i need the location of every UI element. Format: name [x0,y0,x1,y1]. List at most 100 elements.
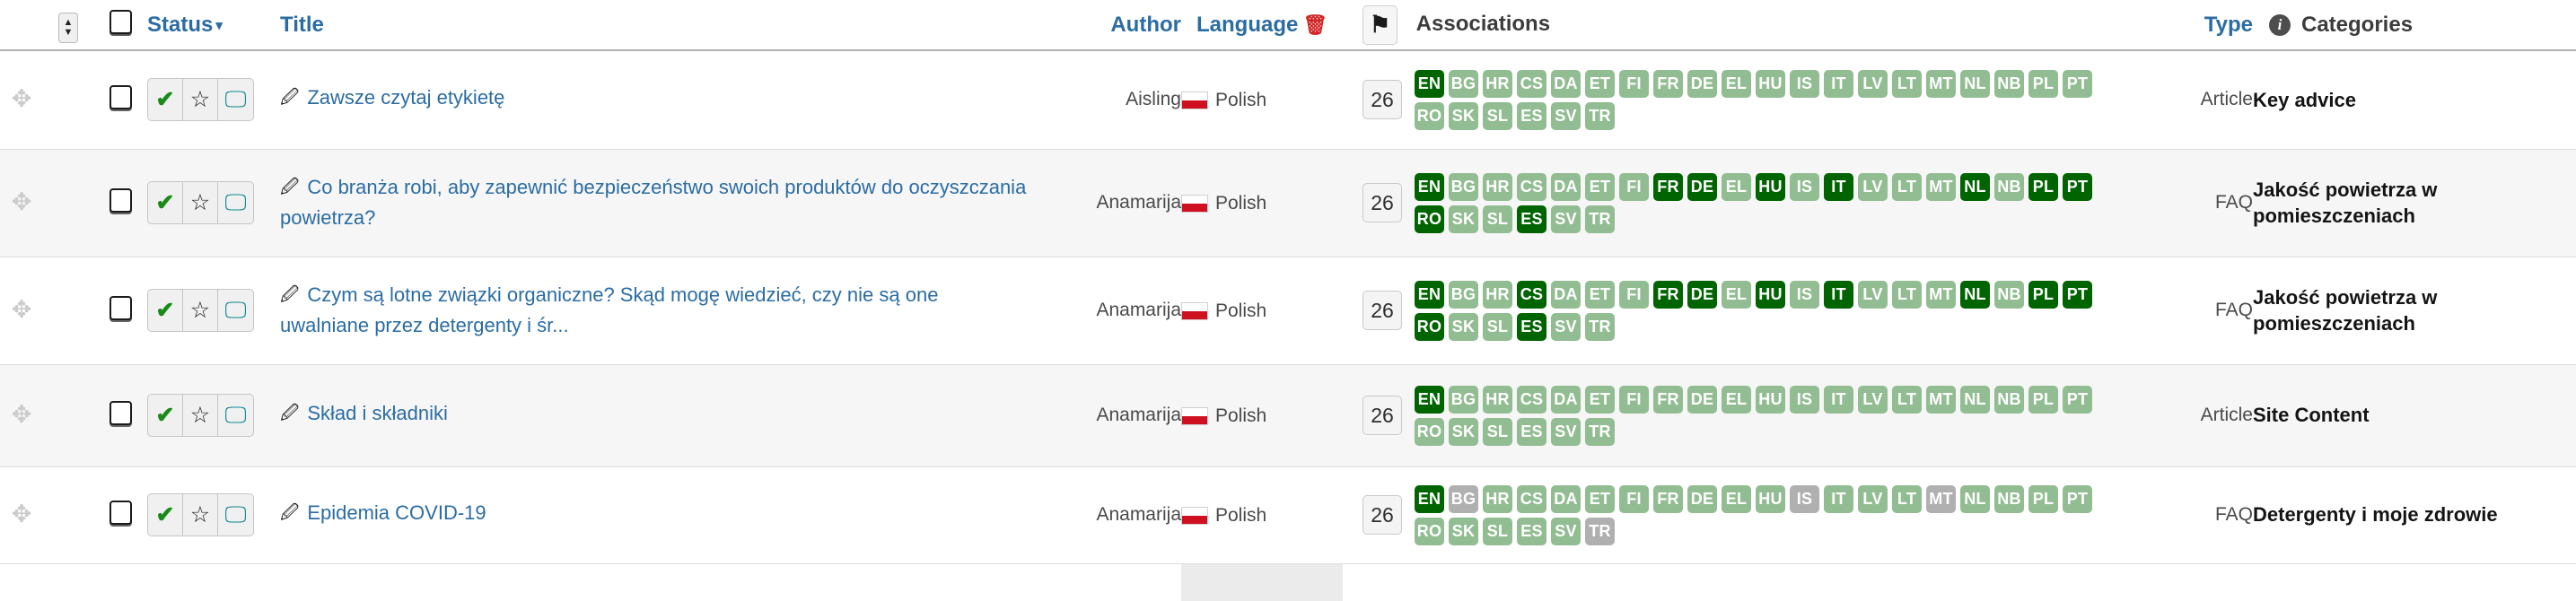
language-chip-el[interactable]: EL [1722,172,1751,201]
language-chip-hr[interactable]: HR [1483,280,1512,309]
language-chip-lt[interactable]: LT [1892,172,1922,201]
edit-icon[interactable]: 🖉 [280,285,299,305]
header-author[interactable]: Author [1030,0,1181,51]
title-link[interactable]: Czym są lotne związki organiczne? Skąd m… [280,283,938,336]
language-chip-el[interactable]: EL [1722,69,1751,98]
language-chip-et[interactable]: ET [1585,484,1615,513]
language-chip-el[interactable]: EL [1722,280,1751,309]
table-row[interactable]: ✥ ✔ ☆ 🖵 🖉 Co branża robi, aby zapewnić bezpie… [0,148,2576,257]
language-chip-tr[interactable]: TR [1585,205,1615,233]
header-title[interactable]: Title [280,0,1030,51]
status-button-group[interactable]: ✔ ☆ 🖵 [147,181,254,224]
language-chip-el[interactable]: EL [1722,484,1751,513]
favorite-star-icon[interactable]: ☆ [183,79,218,121]
language-chip-tr[interactable]: TR [1585,312,1615,341]
language-chip-cs[interactable]: CS [1517,280,1546,309]
header-status[interactable]: Status ▾ [147,0,280,51]
row-select-cell[interactable] [93,466,147,564]
language-chip-fi[interactable]: FI [1619,484,1649,513]
favorite-star-icon[interactable]: ☆ [183,290,218,331]
favorite-star-icon[interactable]: ☆ [183,494,218,536]
language-chip-et[interactable]: ET [1585,69,1615,98]
language-chip-lt[interactable]: LT [1892,69,1922,98]
info-icon[interactable]: i [2269,14,2291,37]
language-chip-lv[interactable]: LV [1858,172,1888,201]
edit-icon[interactable]: 🖉 [280,404,299,423]
language-chip-pt[interactable]: PT [2063,385,2092,414]
drag-handle-icon[interactable]: ✥ [12,85,32,112]
language-chip-it[interactable]: IT [1824,280,1853,309]
language-chip-pl[interactable]: PL [2028,484,2058,513]
preview-screen-icon[interactable]: 🖵 [218,182,253,223]
language-chip-nb[interactable]: NB [1994,484,2024,513]
language-chip-pt[interactable]: PT [2063,69,2092,98]
language-chip-es[interactable]: ES [1517,417,1546,446]
table-row[interactable]: ✥ ✔ ☆ 🖵 🖉 Zawsze czytaj etykietę Aisling Polish… [0,50,2576,150]
preview-screen-icon[interactable]: 🖵 [218,395,253,436]
header-type[interactable]: Type [2147,0,2253,51]
preview-screen-icon[interactable]: 🖵 [218,79,253,120]
table-row[interactable]: ✥ ✔ ☆ 🖵 🖉 Epidemia COVID-19 Anamarija Polish 26 E… [0,466,2576,564]
language-chip-is[interactable]: IS [1790,484,1819,513]
language-chip-sl[interactable]: SL [1483,417,1512,446]
edit-icon[interactable]: 🖉 [280,503,299,523]
language-chip-pt[interactable]: PT [2063,280,2092,309]
select-all-checkbox[interactable] [109,9,132,34]
language-chip-nl[interactable]: NL [1960,385,1990,414]
edit-icon[interactable]: 🖉 [280,178,299,197]
title-link[interactable]: Skład i składniki [307,402,448,424]
language-chip-lt[interactable]: LT [1892,280,1922,309]
language-chip-pl[interactable]: PL [2028,385,2058,414]
language-chip-en[interactable]: EN [1415,385,1444,414]
preview-screen-icon[interactable]: 🖵 [218,494,253,536]
language-chip-it[interactable]: IT [1824,484,1853,513]
sort-toggle-button[interactable]: ▲ ▼ [58,13,78,43]
language-chip-it[interactable]: IT [1824,69,1853,98]
language-chip-cs[interactable]: CS [1517,69,1546,98]
title-link[interactable]: Epidemia COVID-19 [307,501,486,524]
language-chip-pl[interactable]: PL [2028,172,2058,201]
language-chip-et[interactable]: ET [1585,172,1615,201]
drag-handle-cell[interactable]: ✥ [0,148,43,257]
language-chip-fi[interactable]: FI [1619,69,1649,98]
language-chip-mt[interactable]: MT [1926,385,1956,414]
language-chip-tr[interactable]: TR [1585,101,1615,130]
chevron-down-icon[interactable]: ▾ [215,17,223,33]
language-chip-sv[interactable]: SV [1551,517,1581,545]
language-chip-lv[interactable]: LV [1858,484,1888,513]
language-chip-es[interactable]: ES [1517,517,1546,545]
language-chip-nl[interactable]: NL [1960,172,1990,201]
language-chip-nb[interactable]: NB [1994,385,2024,414]
language-chip-de[interactable]: DE [1687,385,1717,414]
language-chip-is[interactable]: IS [1790,69,1819,98]
drag-handle-cell[interactable]: ✥ [0,50,43,150]
language-chip-es[interactable]: ES [1517,312,1546,341]
language-chip-hu[interactable]: HU [1756,280,1785,309]
language-chip-hr[interactable]: HR [1483,385,1512,414]
language-chip-pl[interactable]: PL [2028,280,2058,309]
language-chip-sl[interactable]: SL [1483,205,1512,233]
approved-check-icon[interactable]: ✔ [148,494,183,536]
language-chip-nl[interactable]: NL [1960,484,1990,513]
language-chip-hr[interactable]: HR [1483,172,1512,201]
language-chip-sk[interactable]: SK [1449,417,1478,446]
association-count[interactable]: 26 [1362,291,1402,330]
language-chip-hr[interactable]: HR [1483,484,1512,513]
language-chip-fr[interactable]: FR [1653,484,1683,513]
language-chip-hu[interactable]: HU [1756,172,1785,201]
row-select-cell[interactable] [93,50,147,150]
language-chip-lv[interactable]: LV [1858,69,1888,98]
language-chip-hu[interactable]: HU [1756,385,1785,414]
language-chip-sk[interactable]: SK [1449,517,1478,545]
status-button-group[interactable]: ✔ ☆ 🖵 [147,493,254,536]
language-chip-sl[interactable]: SL [1483,517,1512,545]
row-checkbox[interactable] [109,500,132,525]
language-chip-sv[interactable]: SV [1551,101,1581,130]
trash-icon[interactable]: 🗑 [1302,13,1327,36]
drag-handle-cell[interactable]: ✥ [0,466,43,564]
language-chip-da[interactable]: DA [1551,484,1581,513]
language-chip-pt[interactable]: PT [2063,172,2092,201]
language-chip-lt[interactable]: LT [1892,385,1922,414]
language-chip-fi[interactable]: FI [1619,280,1649,309]
language-chip-en[interactable]: EN [1415,172,1444,201]
